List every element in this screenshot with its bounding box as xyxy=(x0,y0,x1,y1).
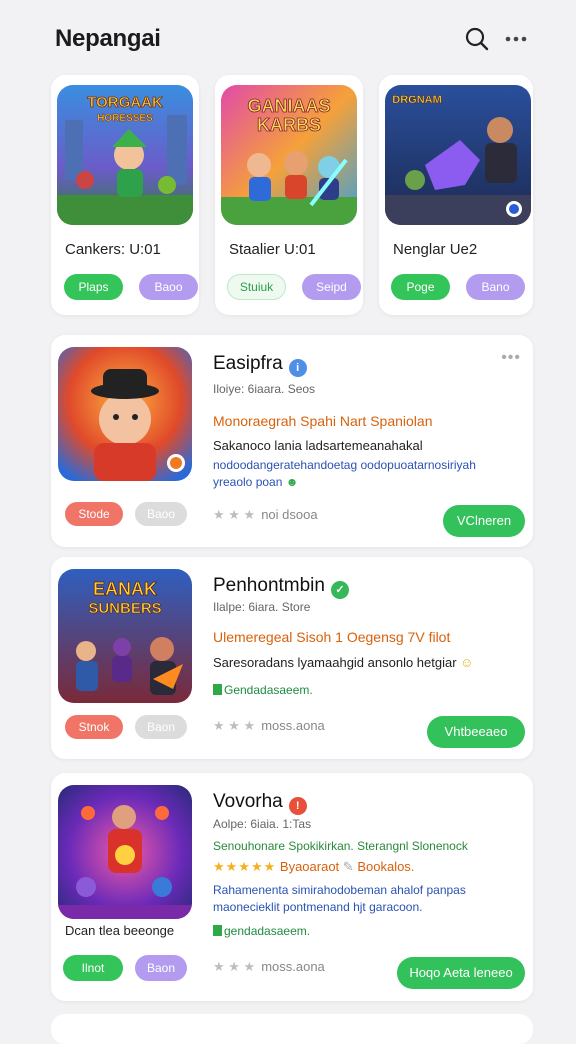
game-list-card[interactable]: EANAK SUNBERS Penhontmbin ✓ Ilalpe: 6iara… xyxy=(51,557,533,759)
game-name: Nenglar Ue2 xyxy=(393,241,478,258)
tag-button-secondary[interactable]: Baon xyxy=(135,955,187,981)
svg-text:HORESSES: HORESSES xyxy=(97,113,153,124)
install-button[interactable]: Hoqo Aeta leneeo xyxy=(397,957,525,989)
game-thumbnail[interactable] xyxy=(58,347,192,481)
game-meta: Ilalpe: 6iara. Store xyxy=(213,600,311,614)
svg-text:GANIAAS: GANIAAS xyxy=(247,96,330,116)
game-thumbnail[interactable]: GANIAAS KARBS xyxy=(221,85,357,225)
star-rating-icon: ★★★★★ xyxy=(213,859,277,874)
game-status: gendadasaeem. xyxy=(213,924,310,938)
secondary-button[interactable]: Baoo xyxy=(139,274,198,300)
game-headline: Senouhonare Spokikirkan. Sterangnl Slone… xyxy=(213,839,468,853)
tag-icon: ✎ xyxy=(342,859,354,874)
verified-badge-icon: ✓ xyxy=(330,581,349,599)
svg-text:EANAK: EANAK xyxy=(93,579,157,599)
game-title-text: Easipfra xyxy=(213,353,283,374)
secondary-button[interactable]: Bano xyxy=(466,274,525,300)
game-title: Vovorha! xyxy=(213,791,307,815)
game-description: Sakanoco lania ladsartemeanahakal xyxy=(213,438,423,453)
game-caption: Dcan tlea beeonge xyxy=(65,923,175,938)
more-dots-icon[interactable] xyxy=(500,24,532,54)
emoji-icon: ☻ xyxy=(285,475,299,489)
game-list-card[interactable]: ••• Easipfra i Iloiye: 6iaara. Seos Monor… xyxy=(51,335,533,547)
game-meta: Aolpe: 6iaia. 1:Tas xyxy=(213,817,312,831)
tag-button[interactable]: Stnok xyxy=(65,715,123,739)
info-badge-icon: i xyxy=(288,359,307,377)
page-title: Nepangai xyxy=(55,25,161,52)
game-description: Saresoradans lyamaahgid ansonlo hetgiar … xyxy=(213,655,473,670)
more-dots-icon[interactable]: ••• xyxy=(501,349,521,367)
emoji-icon: ☺ xyxy=(460,655,474,670)
tag-button-secondary[interactable]: Baoo xyxy=(135,502,187,526)
play-button[interactable]: Poge xyxy=(391,274,450,300)
game-description-text: Saresoradans lyamaahgid ansonlo hetgiar xyxy=(213,655,457,670)
featured-card[interactable]: TORGAAK HORESSES Cankers: U:01 Plaps Bao… xyxy=(51,75,199,315)
tag-button[interactable]: Stode xyxy=(65,502,123,526)
game-headline: Monoraegrah Spahi Nart Spaniolan xyxy=(213,413,433,429)
game-name: Staalier U:01 xyxy=(229,241,316,258)
game-thumbnail[interactable] xyxy=(58,785,192,919)
secondary-button[interactable]: Seipd xyxy=(302,274,361,300)
game-details: Rahamenenta simirahodobeman ahalof panpa… xyxy=(213,883,466,897)
game-headline: Ulemeregeal Sisoh 1 Oegensg 7V filot xyxy=(213,629,451,645)
install-button[interactable]: VClneren xyxy=(443,505,525,537)
status-icon xyxy=(213,684,222,695)
game-thumbnail[interactable]: DRGNAM xyxy=(385,85,531,225)
game-stars-line: ★★★★★ Byaoaraot ✎ Bookalos. xyxy=(213,859,414,875)
rating-text: noi dsooa xyxy=(261,507,318,522)
install-button[interactable]: Vhtbeeaeo xyxy=(427,716,525,748)
app-header: Nepangai xyxy=(0,0,576,78)
featured-card[interactable]: DRGNAM Nenglar Ue2 Poge Bano xyxy=(379,75,533,315)
rating-text: moss.aona xyxy=(261,718,325,733)
game-meta: Iloiye: 6iaara. Seos xyxy=(213,382,316,396)
game-title: Easipfra i xyxy=(213,353,307,377)
game-status-text: Gendadasaeem. xyxy=(224,683,313,697)
game-thumbnail[interactable]: TORGAAK HORESSES xyxy=(57,85,193,225)
game-details: nodoodangeratehandoetag oodopuoatarnosir… xyxy=(213,458,476,472)
rating: ★ ★ ★ noi dsooa xyxy=(213,507,318,522)
featured-card[interactable]: GANIAAS KARBS Staalier U:01 Stuiuk Seipd xyxy=(215,75,363,315)
game-name: Cankers: U:01 xyxy=(65,241,161,258)
tag-button-secondary[interactable]: Baon xyxy=(135,715,187,739)
rating: ★ ★ ★ moss.aona xyxy=(213,718,325,733)
game-title-text: Vovorha xyxy=(213,791,283,812)
svg-text:SUNBERS: SUNBERS xyxy=(88,600,161,617)
game-title-text: Penhontmbin xyxy=(213,575,325,596)
game-details-2-text: yreaolo poan xyxy=(213,475,283,489)
svg-text:DRGNAM: DRGNAM xyxy=(392,94,442,106)
svg-text:TORGAAK: TORGAAK xyxy=(87,94,163,111)
game-details-2: yreaolo poan ☻ xyxy=(213,475,298,489)
game-title: Penhontmbin ✓ xyxy=(213,575,349,599)
game-thumbnail[interactable]: EANAK SUNBERS xyxy=(58,569,192,703)
status-icon xyxy=(213,925,222,936)
play-button[interactable]: Plaps xyxy=(64,274,123,300)
game-status: Gendadasaeem. xyxy=(213,683,313,697)
rating: ★ ★ ★ moss.aona xyxy=(213,959,325,974)
game-status-text: gendadasaeem. xyxy=(224,924,311,938)
alert-badge-icon: ! xyxy=(288,797,307,815)
play-button[interactable]: Stuiuk xyxy=(227,274,286,300)
stars-label: Byaoaraot xyxy=(279,859,340,874)
next-card-peek xyxy=(51,1014,533,1044)
game-list-card[interactable]: Dcan tlea beeonge Vovorha! Aolpe: 6iaia.… xyxy=(51,773,533,1001)
rating-text: moss.aona xyxy=(261,959,325,974)
svg-text:KARBS: KARBS xyxy=(257,115,321,135)
stars-label-2: Bookalos. xyxy=(357,859,415,874)
search-icon[interactable] xyxy=(462,24,492,54)
tag-button[interactable]: Ilnot xyxy=(63,955,123,981)
game-details-2: maonecieklit pontmenand hjt garacoon. xyxy=(213,900,423,914)
